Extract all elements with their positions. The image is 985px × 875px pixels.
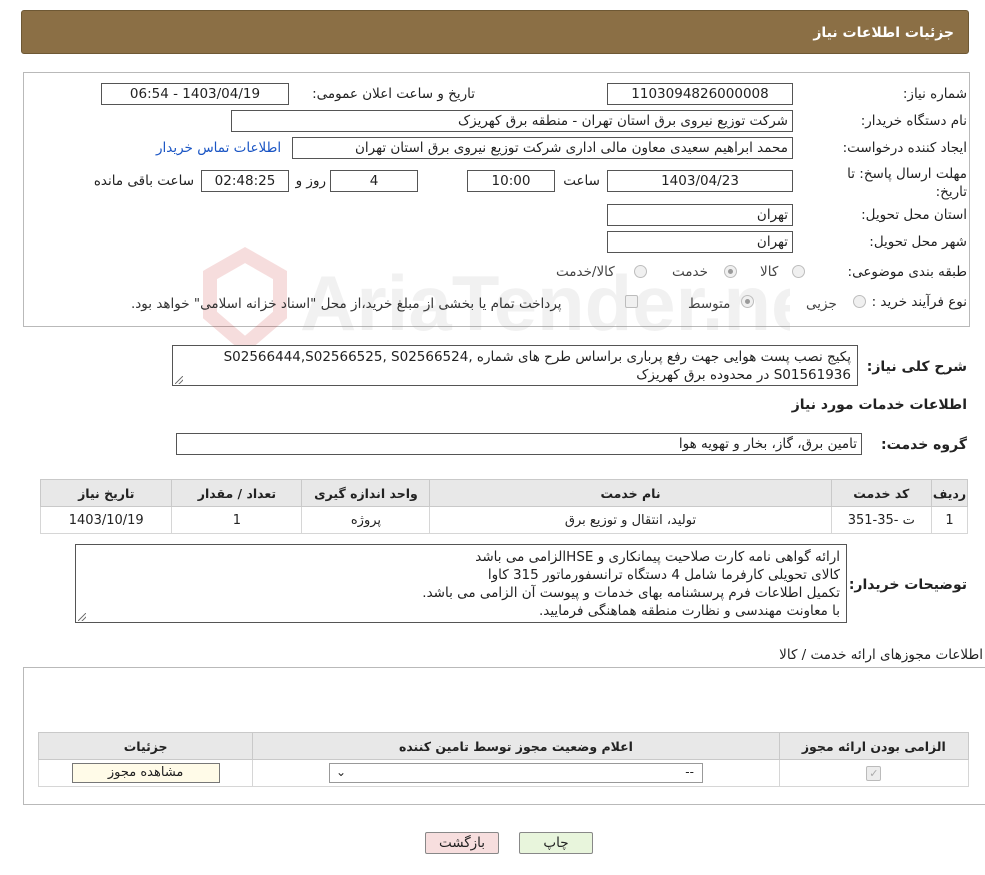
permits-table-header: الزامی بودن ارائه مجوز اعلام وضعیت مجوز …: [37, 732, 970, 760]
deadline-label-line2: تاریخ:: [935, 184, 967, 200]
col-permit-required: الزامی بودن ارائه مجوز: [778, 732, 970, 760]
cell-service-code: ت -35-351: [830, 506, 933, 534]
table-row: 1 ت -35-351 تولید، انتقال و توزیع برق پر…: [39, 506, 968, 534]
category-option-goods: کالا: [760, 264, 779, 280]
category-option-goods-service: کالا/خدمت: [556, 264, 615, 280]
category-label: طبقه بندی موضوعی:: [847, 264, 967, 280]
print-button[interactable]: چاپ: [519, 832, 593, 854]
service-group-field: تامین برق، گاز، بخار و تهویه هوا: [176, 433, 862, 455]
cell-row-number: 1: [931, 506, 968, 534]
services-table: ردیف کد خدمت نام خدمت واحد اندازه گیری ت…: [39, 479, 968, 534]
buyer-note-line-3: تکمیل اطلاعات فرم پرسشنامه بهای خدمات و …: [422, 585, 840, 601]
permit-status-select[interactable]: -- ⌄: [328, 763, 703, 783]
cell-permit-details: مشاهده مجوز: [37, 759, 254, 787]
province-label: استان محل تحویل:: [861, 207, 967, 223]
back-button[interactable]: بازگشت: [425, 832, 499, 854]
cell-need-date: 1403/10/19: [39, 506, 173, 534]
province-field: تهران: [607, 204, 793, 226]
summary-textarea[interactable]: پکیج نصب پست هوایی جهت رفع پرباری براساس…: [172, 345, 858, 386]
cell-service-name: تولید، انتقال و توزیع برق: [429, 506, 832, 534]
permits-table: الزامی بودن ارائه مجوز اعلام وضعیت مجوز …: [37, 732, 970, 787]
announce-date-label: تاریخ و ساعت اعلان عمومی:: [312, 86, 475, 102]
category-radio-goods[interactable]: [792, 265, 805, 278]
deadline-date-field: 1403/04/23: [607, 170, 793, 192]
summary-label: شرح کلی نیاز:: [866, 359, 967, 375]
services-section-title: اطلاعات خدمات مورد نیاز: [791, 397, 967, 413]
buyer-contact-link[interactable]: اطلاعات تماس خریدار: [156, 140, 281, 156]
col-service-code: کد خدمت: [830, 479, 933, 507]
cell-unit: پروژه: [301, 506, 431, 534]
process-option-medium: متوسط: [688, 296, 731, 312]
resize-grip-icon[interactable]: [78, 613, 86, 621]
col-unit: واحد اندازه گیری: [301, 479, 431, 507]
col-permit-status: اعلام وضعیت مجوز توسط تامین کننده: [252, 732, 780, 760]
buyer-note-line-4: با معاونت مهندسی و نظارت منطقه هماهنگی ف…: [538, 603, 840, 619]
deadline-label-line1: مهلت ارسال پاسخ: تا: [847, 166, 967, 182]
process-radio-minor[interactable]: [853, 295, 866, 308]
time-remaining-field: 02:48:25: [201, 170, 289, 192]
category-radio-service[interactable]: [724, 265, 737, 278]
process-radio-medium[interactable]: [741, 295, 754, 308]
process-label: نوع فرآیند خرید :: [871, 294, 967, 310]
permits-section-title: اطلاعات مجوزهای ارائه خدمت / کالا: [779, 647, 983, 663]
table-row: ✓ -- ⌄ مشاهده مجوز: [37, 759, 970, 787]
permit-required-checkbox: ✓: [866, 765, 882, 781]
col-row-number: ردیف: [931, 479, 968, 507]
process-option-minor: جزیی: [806, 296, 837, 312]
col-quantity: تعداد / مقدار: [171, 479, 303, 507]
cell-permit-required: ✓: [778, 759, 970, 787]
col-service-name: نام خدمت: [429, 479, 832, 507]
buyer-notes-textarea[interactable]: ارائه گواهی نامه کارت صلاحیت پیمانکاری و…: [75, 544, 847, 623]
need-number-field: 1103094826000008: [607, 83, 793, 105]
time-remaining-label: ساعت باقی مانده: [93, 173, 194, 189]
page-title: جزئیات اطلاعات نیاز: [813, 25, 954, 41]
summary-line-1: پکیج نصب پست هوایی جهت رفع پرباری براساس…: [223, 349, 851, 365]
deadline-label: مهلت ارسال پاسخ: تا تاریخ:: [847, 165, 967, 201]
summary-line-2: S01561936 در محدوده برق کهریزک: [636, 367, 851, 383]
col-need-date: تاریخ نیاز: [39, 479, 173, 507]
creator-label: ایجاد کننده درخواست:: [842, 140, 967, 156]
col-permit-details: جزئیات: [37, 732, 254, 760]
services-table-header: ردیف کد خدمت نام خدمت واحد اندازه گیری ت…: [39, 479, 968, 507]
permit-status-value: --: [685, 765, 694, 779]
service-group-label: گروه خدمت:: [881, 437, 967, 453]
days-label: روز و: [295, 173, 326, 189]
view-permit-button[interactable]: مشاهده مجوز: [71, 763, 220, 783]
city-label: شهر محل تحویل:: [869, 234, 967, 250]
buyer-note-line-1: ارائه گواهی نامه کارت صلاحیت پیمانکاری و…: [475, 549, 840, 565]
page-header: جزئیات اطلاعات نیاز: [21, 10, 969, 54]
cell-quantity: 1: [171, 506, 303, 534]
announce-date-field: 1403/04/19 - 06:54: [101, 83, 289, 105]
buyer-notes-label: توضیحات خریدار:: [848, 577, 967, 593]
chevron-down-icon: ⌄: [335, 765, 347, 779]
buyer-note-line-2: کالای تحویلی کارفرما شامل 4 دستگاه ترانس…: [487, 567, 840, 583]
buyer-org-field: شرکت توزیع نیروی برق استان تهران - منطقه…: [231, 110, 793, 132]
category-radio-goods-service[interactable]: [634, 265, 647, 278]
deadline-time-label: ساعت: [563, 173, 600, 189]
category-option-service: خدمت: [672, 264, 708, 280]
need-number-label: شماره نیاز:: [902, 86, 967, 102]
city-field: تهران: [607, 231, 793, 253]
treasury-payment-checkbox[interactable]: [625, 295, 638, 308]
cell-permit-status: -- ⌄: [252, 759, 780, 787]
creator-field: محمد ابراهیم سعیدی معاون مالی اداری شرکت…: [292, 137, 793, 159]
days-remaining-field: 4: [330, 170, 418, 192]
treasury-payment-note: پرداخت تمام یا بخشی از مبلغ خرید،از محل …: [131, 296, 562, 312]
deadline-time-field: 10:00: [467, 170, 555, 192]
buyer-org-label: نام دستگاه خریدار:: [860, 113, 967, 129]
resize-grip-icon[interactable]: [175, 376, 183, 384]
